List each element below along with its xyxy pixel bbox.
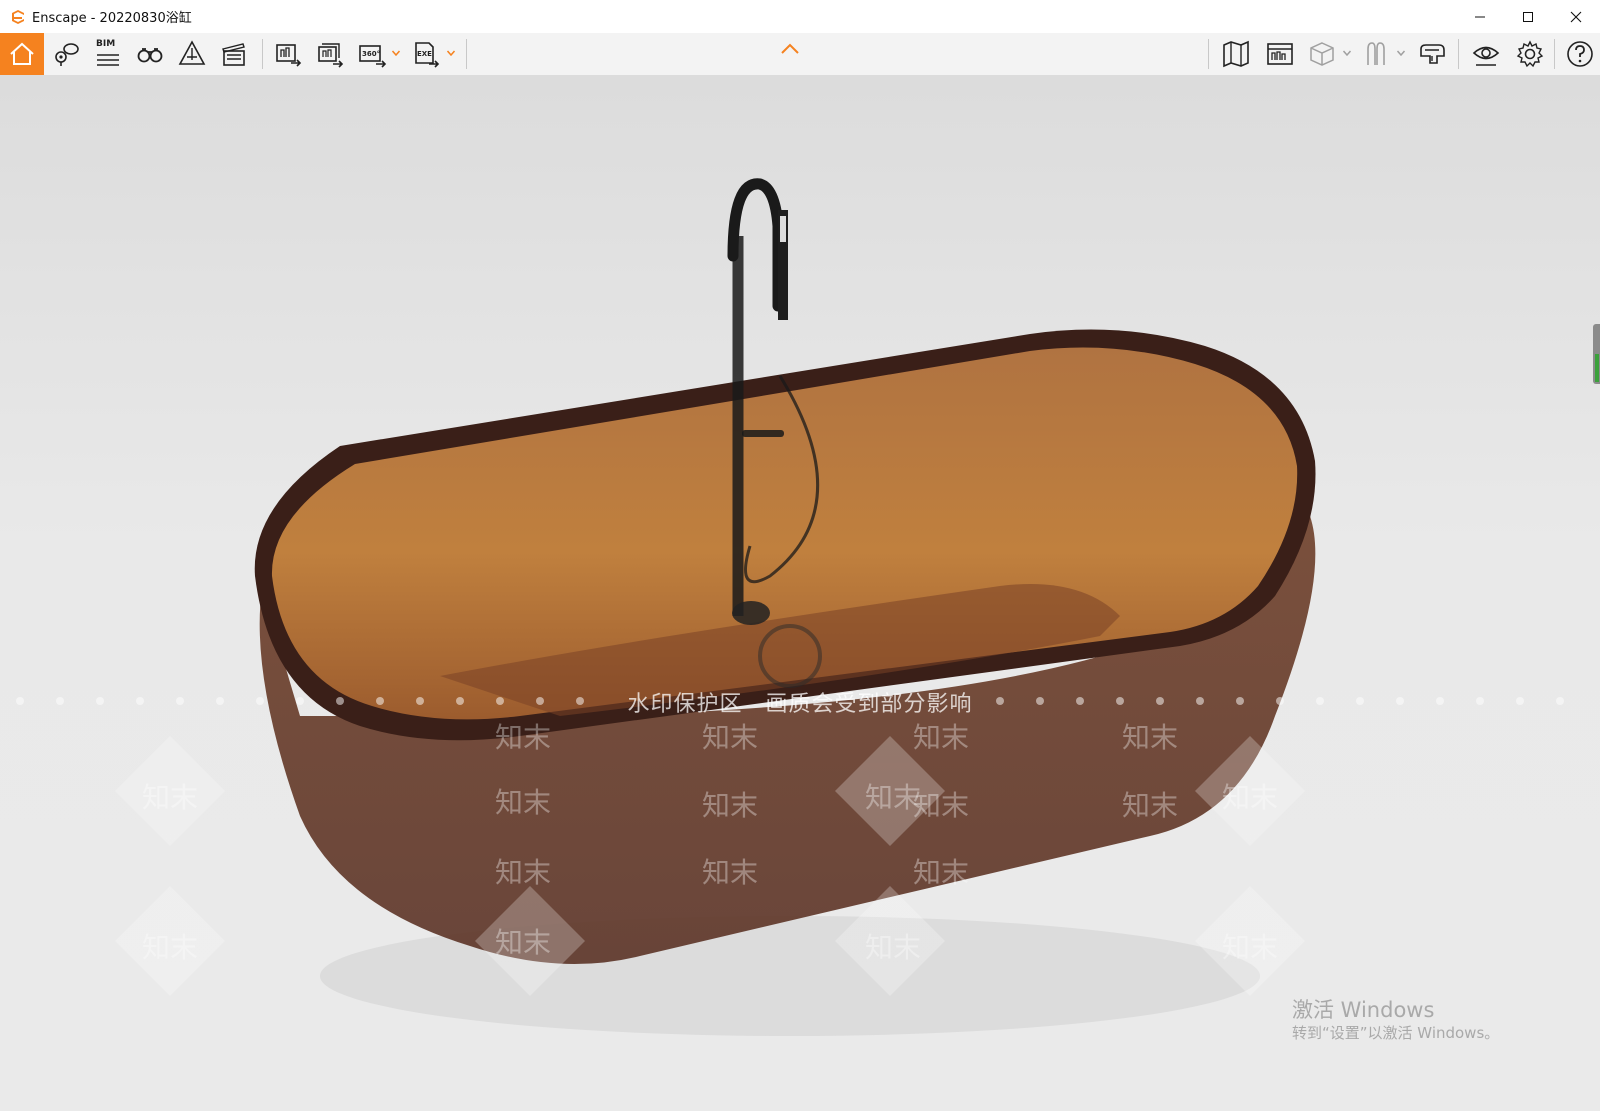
watermark-text: 知末	[1222, 781, 1279, 814]
bim-label: BIM	[96, 39, 116, 49]
activate-windows-title: 激活 Windows	[1292, 998, 1435, 1022]
chevron-up-icon	[781, 43, 799, 54]
side-panel-indicator	[1595, 354, 1599, 382]
asset-library-button[interactable]	[1262, 36, 1298, 72]
watermark-text: 知末	[495, 856, 552, 889]
bim-button[interactable]: BIM	[90, 36, 126, 72]
material-editor-button[interactable]	[1304, 36, 1340, 72]
render-image-button[interactable]	[270, 36, 306, 72]
panorama-dropdown[interactable]	[391, 47, 401, 59]
faucet-base	[732, 601, 770, 625]
cube-icon	[1310, 42, 1334, 66]
compass-icon	[178, 40, 206, 65]
maximize-button[interactable]	[1504, 0, 1552, 33]
headset-icon	[1367, 42, 1385, 65]
clapperboard-icon	[222, 43, 245, 66]
close-button[interactable]	[1552, 0, 1600, 33]
toolbar-separator	[1554, 39, 1555, 69]
activate-windows-subtitle: 转到“设置”以激活 Windows。	[1292, 1024, 1500, 1042]
help-button[interactable]	[1562, 36, 1598, 72]
export-exe-icon: EXE	[415, 42, 440, 68]
maximize-icon	[1523, 11, 1533, 22]
batch-render-button[interactable]	[312, 36, 348, 72]
chevron-down-icon	[392, 50, 400, 56]
home-icon	[10, 42, 34, 65]
watermark-text: 知末	[142, 781, 199, 814]
watermark-text: 知末	[1122, 789, 1179, 822]
watermark-text: 知末	[1222, 931, 1279, 964]
toolbar-separator	[466, 39, 467, 69]
panorama-360-icon: 360°	[359, 45, 387, 68]
camera-icon	[1420, 44, 1445, 64]
main-toolbar: BIM 360° EXE	[0, 33, 1600, 76]
map-pin-icon	[55, 43, 79, 66]
faucet-handle	[742, 430, 784, 437]
eye-icon	[1472, 46, 1500, 66]
chevron-down-icon	[447, 50, 455, 56]
watermark-text: 知末	[702, 856, 759, 889]
minimize-button[interactable]	[1456, 0, 1504, 33]
toolbar-separator	[262, 39, 263, 69]
watermark-text: 知末	[913, 789, 970, 822]
hand-shower-head	[780, 216, 786, 242]
watermark-text: 知末	[702, 789, 759, 822]
watermark-text: 知末	[142, 931, 199, 964]
settings-button[interactable]	[1512, 36, 1548, 72]
export-exe-button[interactable]: EXE	[408, 36, 444, 72]
panorama-button[interactable]: 360°	[354, 36, 390, 72]
watermark-text: 知末	[913, 856, 970, 889]
export-dropdown[interactable]	[446, 47, 456, 59]
gear-icon	[1516, 40, 1544, 68]
watermark-text: 知末	[702, 721, 759, 754]
title-bar: Enscape - 20220830浴缸	[0, 0, 1600, 34]
camera-button[interactable]	[1414, 36, 1450, 72]
chevron-down-icon	[1343, 50, 1351, 56]
bathtub-scene	[16, 178, 1564, 1036]
video-editor-button[interactable]	[216, 36, 252, 72]
binoculars-icon	[137, 48, 163, 63]
home-button[interactable]	[0, 33, 44, 75]
collapse-toolbar-button[interactable]	[780, 43, 804, 67]
toolbar-separator	[1208, 39, 1209, 69]
toolbar-separator	[1458, 39, 1459, 69]
vr-dropdown[interactable]	[1396, 47, 1406, 59]
watermark-text: 知末	[1122, 721, 1179, 754]
watermark-text: 知末	[865, 931, 922, 964]
watermark-text: 知末	[913, 721, 970, 754]
exe-label: EXE	[417, 50, 432, 58]
views-button[interactable]	[48, 36, 84, 72]
close-icon	[1570, 11, 1582, 22]
watermark-text: 知末	[495, 926, 552, 959]
panorama-label: 360°	[362, 50, 380, 58]
asset-library-icon	[1267, 43, 1293, 65]
batch-render-icon	[318, 43, 344, 68]
material-dropdown[interactable]	[1342, 47, 1352, 59]
navigation-button[interactable]	[174, 36, 210, 72]
vr-headset-button[interactable]	[1358, 36, 1394, 72]
window-title: Enscape - 20220830浴缸	[32, 11, 192, 26]
minimap-button[interactable]	[1218, 36, 1254, 72]
watermark-banner: 水印保护区 画质会受到部分影响	[627, 692, 973, 717]
map-icon	[1223, 40, 1249, 68]
enscape-logo-icon	[12, 9, 24, 24]
render-viewport[interactable]: 水印保护区 画质会受到部分影响 知末 知末 知末 知末 知末 知末 知末 知末 …	[0, 76, 1600, 1111]
walk-mode-button[interactable]	[132, 36, 168, 72]
watermark-text: 知末	[495, 786, 552, 819]
visual-settings-button[interactable]	[1468, 36, 1504, 72]
chevron-down-icon	[1397, 50, 1405, 56]
minimize-icon	[1475, 16, 1485, 17]
help-icon	[1567, 41, 1593, 67]
render-image-icon	[276, 44, 302, 67]
window-controls	[1456, 0, 1600, 33]
watermark-text: 知末	[495, 721, 552, 754]
